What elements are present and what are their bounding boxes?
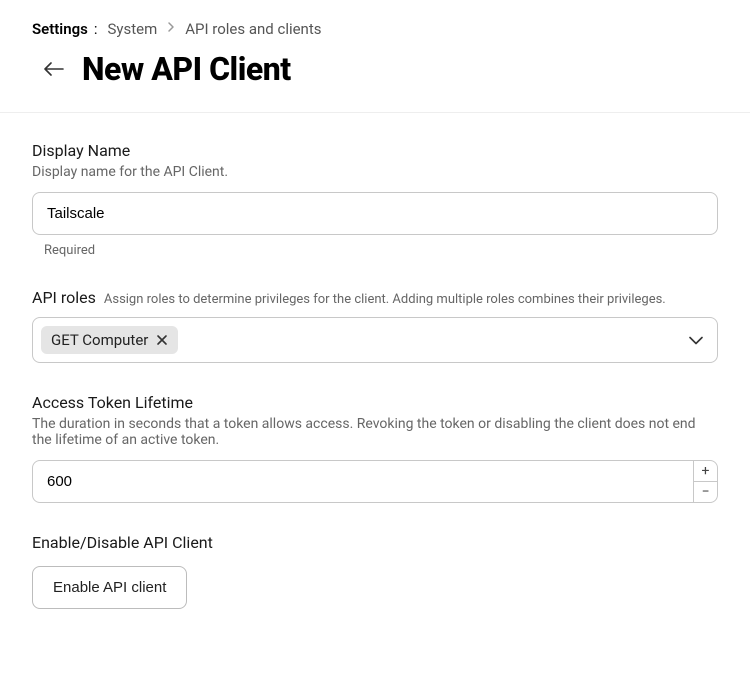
api-roles-group: API roles Assign roles to determine priv… bbox=[32, 288, 718, 363]
page-title: New API Client bbox=[82, 50, 291, 88]
back-arrow-icon[interactable] bbox=[42, 57, 66, 81]
breadcrumbs: Settings : System API roles and clients bbox=[32, 20, 718, 38]
enable-group: Enable/Disable API Client Enable API cli… bbox=[32, 533, 718, 609]
display-name-label: Display Name bbox=[32, 141, 718, 160]
display-name-input[interactable] bbox=[32, 192, 718, 235]
api-role-tag: GET Computer bbox=[41, 326, 178, 354]
token-lifetime-group: Access Token Lifetime The duration in se… bbox=[32, 393, 718, 503]
api-roles-select[interactable]: GET Computer bbox=[32, 317, 718, 363]
api-roles-help: Assign roles to determine privileges for… bbox=[104, 292, 666, 307]
api-roles-label: API roles bbox=[32, 288, 96, 307]
enable-label: Enable/Disable API Client bbox=[32, 533, 718, 552]
chevron-down-icon bbox=[689, 331, 703, 350]
chevron-right-icon bbox=[167, 21, 175, 37]
divider bbox=[0, 112, 750, 113]
quantity-stepper: + − bbox=[693, 461, 717, 502]
breadcrumb-system[interactable]: System bbox=[107, 20, 157, 38]
breadcrumb-colon: : bbox=[94, 20, 98, 38]
api-role-tag-label: GET Computer bbox=[51, 331, 148, 349]
display-name-group: Display Name Display name for the API Cl… bbox=[32, 141, 718, 258]
display-name-required: Required bbox=[44, 243, 718, 258]
token-lifetime-input[interactable] bbox=[32, 460, 718, 503]
display-name-help: Display name for the API Client. bbox=[32, 164, 718, 180]
close-icon[interactable] bbox=[156, 334, 168, 346]
increment-button[interactable]: + bbox=[694, 461, 717, 482]
breadcrumb-root: Settings bbox=[32, 20, 88, 38]
breadcrumb-api-roles[interactable]: API roles and clients bbox=[185, 20, 321, 38]
decrement-button[interactable]: − bbox=[694, 482, 717, 502]
enable-api-client-button[interactable]: Enable API client bbox=[32, 566, 187, 609]
token-lifetime-label: Access Token Lifetime bbox=[32, 393, 718, 412]
token-lifetime-help: The duration in seconds that a token all… bbox=[32, 416, 718, 448]
